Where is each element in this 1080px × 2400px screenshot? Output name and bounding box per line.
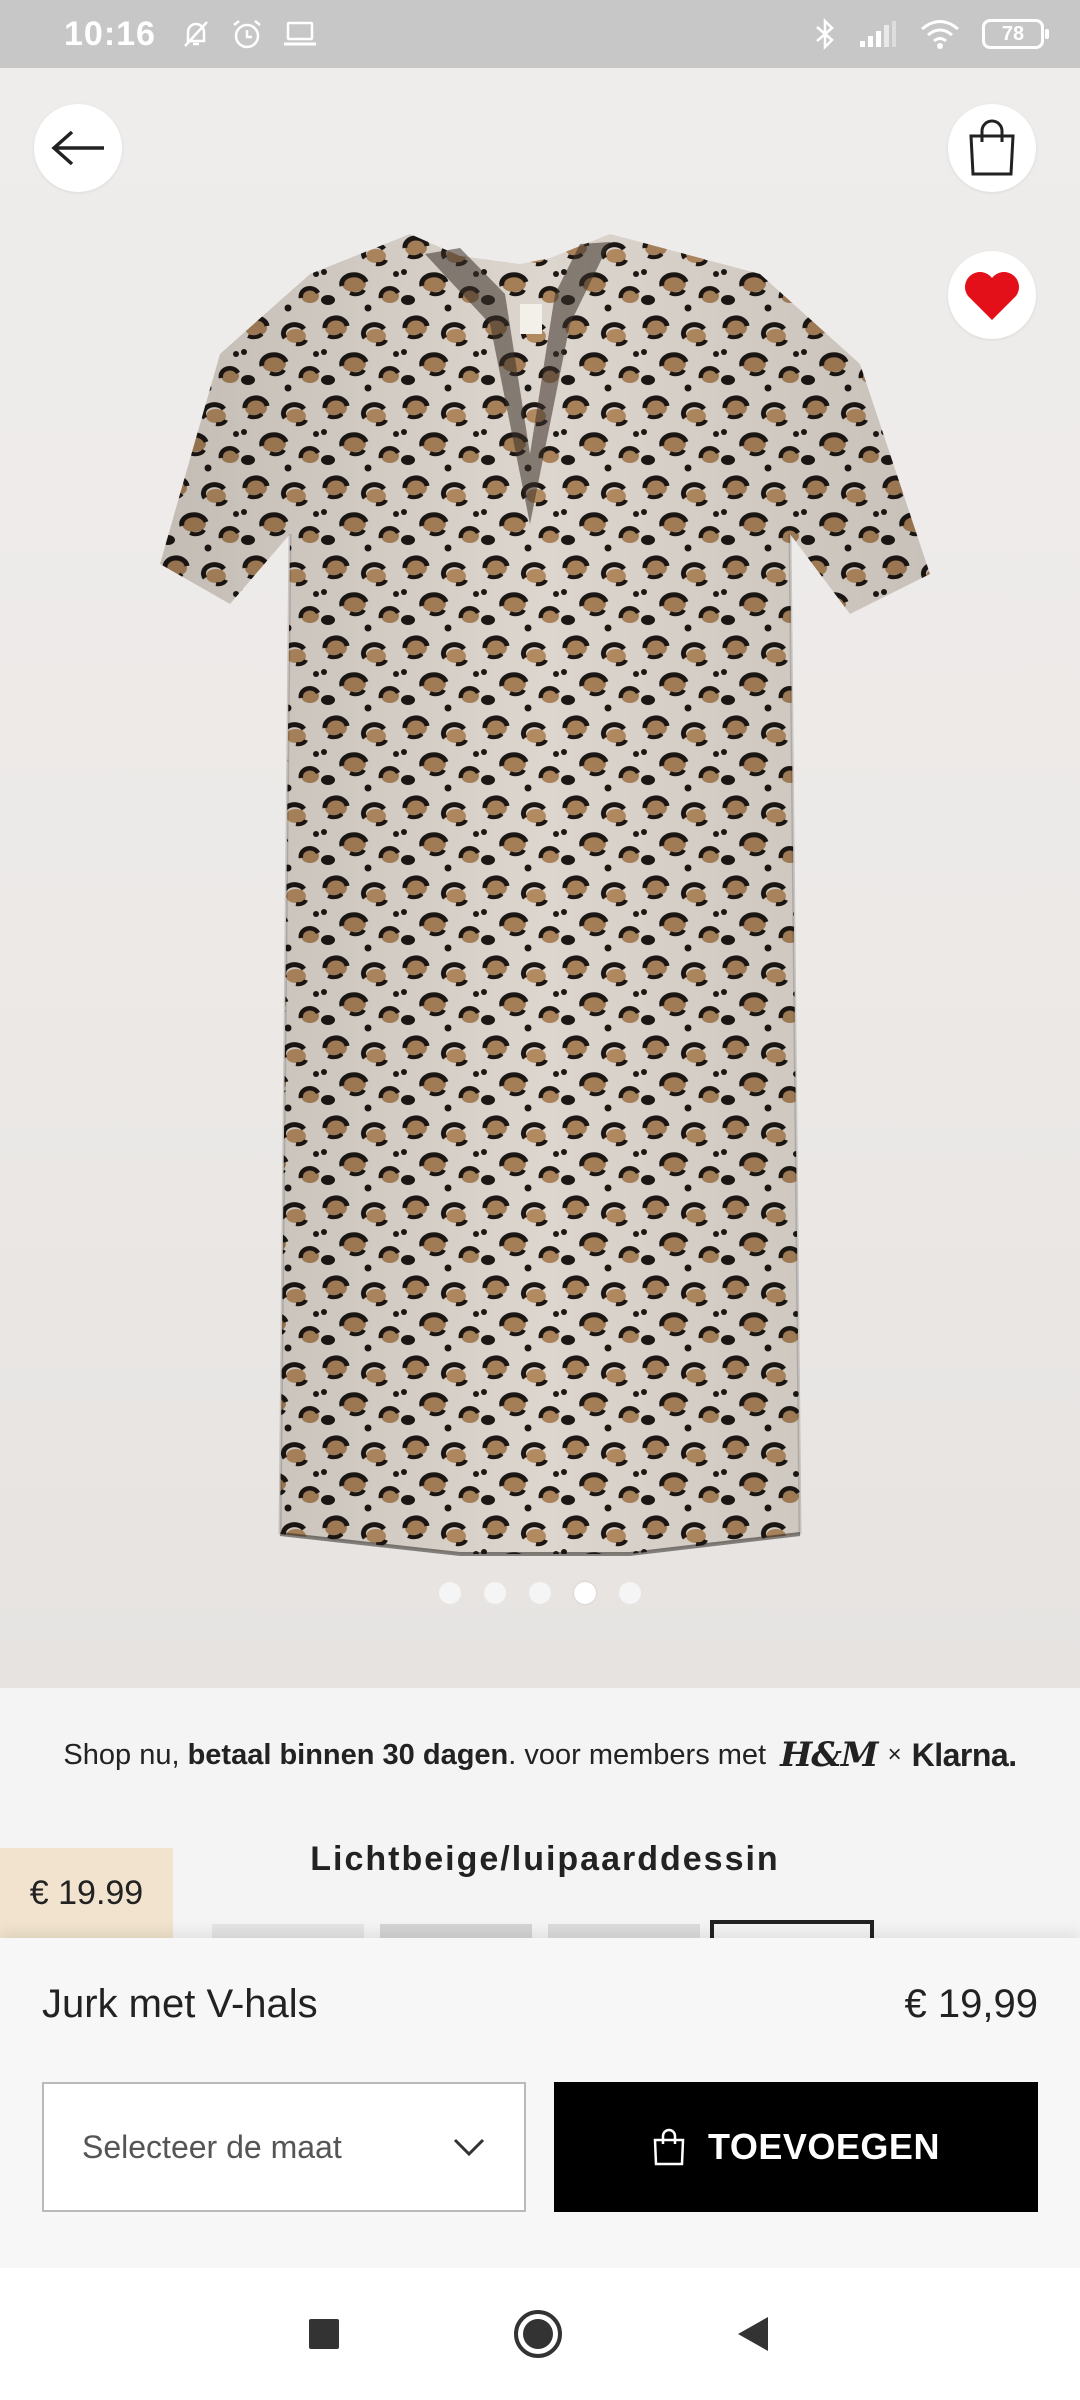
product-name: Jurk met V-hals	[42, 1982, 318, 2026]
gallery-dot-active[interactable]	[574, 1582, 596, 1604]
system-navigation-bar	[0, 2268, 1080, 2400]
size-select[interactable]: Selecteer de maat	[42, 2082, 526, 2212]
bluetooth-icon	[816, 17, 834, 51]
arrow-left-icon	[51, 130, 104, 166]
laptop-icon	[283, 21, 316, 46]
status-bar: 10:16 78	[0, 0, 1080, 68]
chevron-down-icon	[453, 2138, 485, 2157]
klarna-logo: Klarna.	[911, 1736, 1017, 1773]
promo-suffix: . voor members met	[508, 1738, 767, 1771]
hm-logo: H&M	[780, 1735, 878, 1775]
shopping-bag-button[interactable]	[948, 104, 1036, 192]
gallery-pagination	[0, 1582, 1080, 1604]
back-button[interactable]	[34, 104, 122, 192]
product-image-gallery[interactable]	[0, 68, 1080, 1688]
status-left-icons	[180, 17, 318, 51]
battery-icon: 78	[982, 19, 1049, 49]
shopping-bag-icon	[653, 2128, 685, 2166]
promo-bold: betaal binnen 30 dagen	[187, 1738, 509, 1771]
price-tag: € 19.99	[0, 1848, 173, 1938]
product-image	[160, 234, 930, 1556]
add-to-cart-label: TOEVOEGEN	[708, 2126, 940, 2167]
status-right-icons: 78	[814, 17, 1049, 51]
promo-separator: ×	[887, 1741, 902, 1768]
klarna-promo-banner[interactable]: Shop nu, betaal binnen 30 dagen. voor me…	[0, 1688, 1080, 1822]
color-section: Lichtbeige/luipaarddessin € 19.99	[0, 1822, 1080, 1944]
gallery-dot[interactable]	[529, 1582, 551, 1604]
battery-level: 78	[1001, 22, 1025, 45]
purchase-sheet: Jurk met V-hals € 19,99 Selecteer de maa…	[0, 1938, 1080, 2268]
recent-apps-icon[interactable]	[306, 2316, 342, 2352]
shopping-bag-icon	[969, 119, 1015, 176]
size-select-placeholder: Selecteer de maat	[82, 2128, 342, 2165]
product-price: € 19,99	[904, 1982, 1038, 2026]
back-icon[interactable]	[734, 2314, 774, 2354]
alarm-icon	[233, 20, 261, 49]
gallery-dot[interactable]	[484, 1582, 506, 1604]
promo-prefix: Shop nu,	[63, 1738, 180, 1771]
wifi-icon	[921, 20, 959, 49]
bell-off-icon	[184, 21, 208, 47]
status-time: 10:16	[64, 14, 156, 53]
gallery-dot[interactable]	[619, 1582, 641, 1604]
gallery-dot[interactable]	[439, 1582, 461, 1604]
favorite-button[interactable]	[948, 251, 1036, 339]
heart-icon	[965, 272, 1019, 320]
home-icon[interactable]	[512, 2308, 564, 2360]
signal-icon	[860, 21, 896, 47]
add-to-cart-button[interactable]: TOEVOEGEN	[554, 2082, 1038, 2212]
